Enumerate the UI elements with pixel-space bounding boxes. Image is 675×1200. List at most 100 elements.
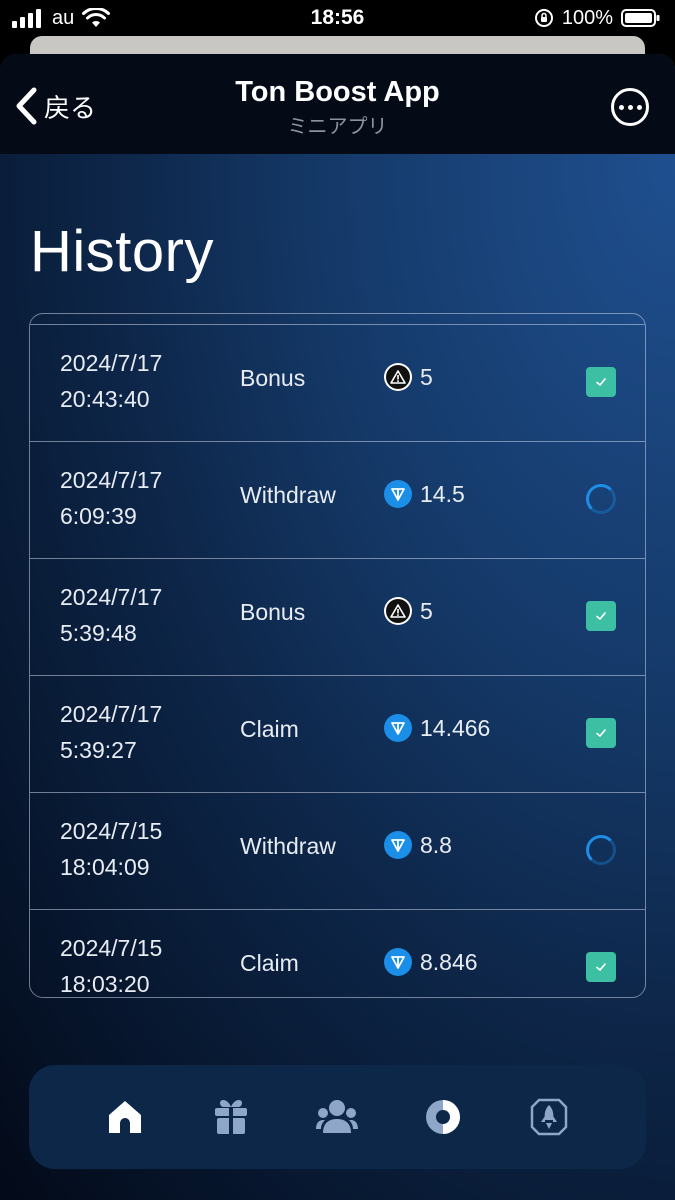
history-type: Withdraw [240,482,336,508]
status-time: 18:56 [310,6,365,29]
app-title: Ton Boost App [235,76,440,108]
history-type: Claim [240,950,299,976]
tab-friends[interactable] [315,1095,359,1139]
ton-coin-icon [391,956,405,969]
history-datetime: 2024/7/15 18:03:20 [60,930,163,997]
friends-icon [316,1100,358,1133]
history-date: 2024/7/15 [60,818,163,844]
bonus-coin-inner [386,599,410,623]
history-time: 5:39:48 [60,620,137,646]
nav-bar: 戻る Ton Boost App ミニアプリ [0,54,675,154]
status-completed-icon [586,718,616,748]
stats-icon [426,1100,460,1134]
battery-icon [621,9,660,27]
history-row[interactable]: 2024/7/15 18:03:20 Claim 8.846 [30,909,645,997]
history-type: Claim [240,716,299,742]
rotation-lock-icon [534,9,553,27]
history-date: 2024/7/17 [60,467,163,493]
history-type: Withdraw [240,833,336,859]
history-datetime: 2024/7/15 18:04:09 [60,813,162,885]
warning-icon [390,604,406,618]
status-right: 100% [534,7,661,30]
history-amount-value: 8.846 [420,948,478,975]
history-type: Bonus [240,599,306,625]
history-row[interactable]: 2024/7/15 18:04:09 Withdraw 8.8 [30,792,645,909]
status-pending-spinner-icon [586,835,616,865]
status-completed-icon [586,601,616,631]
tab-home[interactable] [103,1095,147,1139]
history-date: 2024/7/17 [60,701,163,727]
bonus-coin-inner [386,365,410,389]
status-completed-icon [586,952,616,982]
history-date: 2024/7/17 [60,350,163,376]
status-completed-icon [586,367,616,397]
dot-icon [627,104,633,110]
tab-boost[interactable] [527,1095,571,1139]
history-time: 18:04:09 [60,854,150,880]
bonus-coin [384,363,412,391]
history-amount: 5 [384,597,433,625]
ton-coin [384,714,412,742]
history-amount: 8.846 [384,948,478,976]
history-time: 20:43:40 [60,386,150,412]
boost-icon [530,1098,568,1136]
history-row[interactable]: 2024/7/17 5:39:48 Bonus 5 [30,558,645,675]
gift-icon [215,1100,247,1134]
history-amount: 8.8 [384,831,452,859]
history-amount: 5 [384,363,433,391]
status-pending-spinner-icon [586,484,616,514]
history-amount: 14.466 [384,714,490,742]
battery-label: 100% [561,6,613,29]
bottom-tab-bar [29,1065,646,1169]
page-title: History [30,219,214,284]
nav-subtitle-wrap: ミニアプリ [0,110,675,139]
home-icon [109,1101,141,1133]
history-amount-value: 14.466 [420,714,491,741]
history-date: 2024/7/15 [60,935,163,961]
history-time: 6:09:39 [60,503,137,529]
status-left: au [12,6,111,30]
nav-title-wrap: Ton Boost App [0,76,675,109]
history-datetime: 2024/7/17 5:39:27 [60,696,162,768]
check-icon [596,963,606,971]
ton-coin [384,831,412,859]
tab-gift[interactable] [209,1095,253,1139]
history-list-container[interactable]: 2024/7/17 20:43:40 Bonus 5 2024/7/17 6:09:39 W… [29,313,646,998]
check-icon [596,729,606,737]
history-time: 5:39:27 [60,737,137,763]
history-list: 2024/7/17 20:43:40 Bonus 5 2024/7/17 6:09:39 W… [30,324,645,997]
history-row[interactable]: 2024/7/17 5:39:27 Claim 14.466 [30,675,645,792]
app-subtitle: ミニアプリ [287,116,388,138]
history-amount-value: 14.5 [420,480,465,507]
history-amount-value: 5 [420,363,433,390]
tab-stats[interactable] [421,1095,465,1139]
history-row[interactable]: 2024/7/17 6:09:39 Withdraw 14.5 [30,441,645,558]
mini-app: 戻る Ton Boost App ミニアプリ History 2024/7/17… [0,54,675,1200]
check-icon [596,378,606,386]
dot-icon [636,104,642,110]
ton-coin-icon [391,839,405,852]
history-amount-value: 5 [420,597,433,624]
dot-icon [618,104,624,110]
carrier-label: au [52,6,75,29]
history-row[interactable]: 2024/7/17 20:43:40 Bonus 5 [30,324,645,441]
signal-icon [12,9,41,28]
history-amount: 14.5 [384,480,465,508]
history-datetime: 2024/7/17 5:39:48 [60,579,162,651]
ton-coin [384,480,412,508]
history-datetime: 2024/7/17 6:09:39 [60,462,162,534]
history-type: Bonus [240,365,306,391]
ton-coin-icon [391,488,405,501]
check-icon [596,612,606,620]
ton-coin-icon [391,722,405,735]
history-amount-value: 8.8 [420,831,452,858]
history-time: 18:03:20 [60,971,150,997]
wifi-icon [82,8,111,27]
status-bar: au 18:56 100% [0,0,675,36]
bonus-coin [384,597,412,625]
more-options-button[interactable] [611,88,649,126]
warning-icon [390,370,406,384]
history-date: 2024/7/17 [60,584,163,610]
ton-coin [384,948,412,976]
history-datetime: 2024/7/17 20:43:40 [60,345,162,417]
